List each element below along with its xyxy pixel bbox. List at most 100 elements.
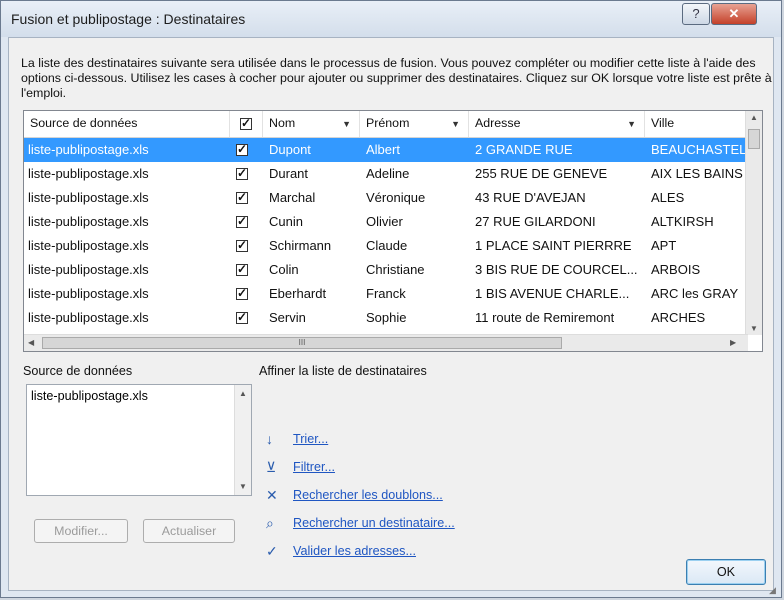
scroll-right-icon[interactable]: ▶	[730, 338, 736, 347]
cell-source: liste-publipostage.xls	[28, 142, 149, 157]
table-row[interactable]: liste-publipostage.xls Dupont Albert 2 GRAN…	[24, 138, 748, 162]
column-header-source[interactable]: Source de données	[24, 111, 230, 137]
scroll-thumb[interactable]	[748, 129, 760, 149]
cell-ville: ARBOIS	[651, 262, 701, 277]
cell-adresse: 1 BIS AVENUE CHARLE...	[475, 286, 630, 301]
include-checkbox[interactable]	[236, 142, 248, 156]
cell-ville: ARCHES	[651, 310, 706, 325]
cell-adresse: 255 RUE DE GENEVE	[475, 166, 608, 181]
ok-button[interactable]: OK	[686, 559, 766, 585]
cell-ville: ALTKIRSH	[651, 214, 714, 229]
list-scrollbar[interactable]: ▲ ▼	[234, 385, 251, 495]
refine-link[interactable]: Rechercher un destinataire...	[293, 516, 455, 530]
table-row[interactable]: liste-publipostage.xls Marchal Véronique 43…	[24, 186, 748, 210]
close-button[interactable]: ✕	[711, 3, 757, 25]
cell-ville: ARC les GRAY	[651, 286, 739, 301]
refine-link[interactable]: Valider les adresses...	[293, 544, 416, 558]
cell-prenom: Adeline	[366, 166, 410, 181]
cell-ville: BEAUCHASTEL	[651, 142, 747, 157]
cell-adresse: 2 GRANDE RUE	[475, 142, 573, 157]
cell-nom: Durant	[269, 166, 309, 181]
duplicates-icon: ✕	[266, 487, 278, 503]
scroll-up-icon[interactable]: ▲	[239, 389, 247, 398]
instructions-text: La liste des destinataires suivante sera…	[21, 56, 772, 100]
include-checkbox[interactable]	[236, 166, 248, 180]
list-item[interactable]: liste-publipostage.xls	[31, 389, 148, 403]
cell-source: liste-publipostage.xls	[28, 214, 149, 229]
include-checkbox[interactable]	[236, 190, 248, 204]
cell-nom: Cunin	[269, 214, 303, 229]
cell-nom: Servin	[269, 310, 306, 325]
cell-prenom: Franck	[366, 286, 406, 301]
cell-ville: AIX LES BAINS	[651, 166, 743, 181]
refine-link[interactable]: Trier...	[293, 432, 328, 446]
data-source-label: Source de données	[23, 364, 133, 378]
refine-link[interactable]: Filtrer...	[293, 460, 335, 474]
include-checkbox[interactable]	[236, 262, 248, 276]
filter-icon: ⊻	[266, 459, 277, 475]
scroll-down-icon[interactable]: ▼	[750, 324, 758, 333]
recipients-table[interactable]: Source de données Nom▼ Prénom▼ Adresse▼ …	[23, 110, 763, 352]
cell-source: liste-publipostage.xls	[28, 166, 149, 181]
find-recipient-icon: ⌕	[266, 515, 274, 531]
column-header-prenom[interactable]: Prénom ▼	[360, 111, 469, 137]
refine-link[interactable]: Rechercher les doublons...	[293, 488, 443, 502]
cell-source: liste-publipostage.xls	[28, 190, 149, 205]
cell-source: liste-publipostage.xls	[28, 310, 149, 325]
cell-nom: Dupont	[269, 142, 311, 157]
cell-ville: ALES	[651, 190, 685, 205]
select-all-checkbox[interactable]	[240, 116, 252, 130]
help-button[interactable]: ?	[682, 3, 710, 25]
table-row[interactable]: liste-publipostage.xls Eberhardt Franck 1 B…	[24, 282, 748, 306]
vertical-scrollbar[interactable]: ▲ ▼	[745, 111, 762, 335]
table-row[interactable]: liste-publipostage.xls Cunin Olivier 27 RUE…	[24, 210, 748, 234]
sort-az-icon: ↓	[266, 431, 273, 447]
cell-source: liste-publipostage.xls	[28, 286, 149, 301]
cell-adresse: 43 RUE D'AVEJAN	[475, 190, 586, 205]
cell-adresse: 3 BIS RUE DE COURCEL...	[475, 262, 638, 277]
column-header-ville[interactable]: Ville	[645, 111, 748, 137]
table-row[interactable]: liste-publipostage.xls Durant Adeline 255 R…	[24, 162, 748, 186]
sort-dropdown-icon[interactable]: ▼	[451, 119, 460, 129]
table-header: Source de données Nom▼ Prénom▼ Adresse▼ …	[24, 111, 748, 138]
cell-prenom: Albert	[366, 142, 400, 157]
modify-button[interactable]: Modifier...	[34, 519, 128, 543]
refresh-button[interactable]: Actualiser	[143, 519, 235, 543]
table-row[interactable]: liste-publipostage.xls Servin Sophie 11 rou…	[24, 306, 748, 330]
table-row[interactable]: liste-publipostage.xls Colin Christiane 3 B…	[24, 258, 748, 282]
scroll-left-icon[interactable]: ◀	[28, 338, 34, 347]
cell-source: liste-publipostage.xls	[28, 238, 149, 253]
table-row[interactable]: liste-publipostage.xls Schirmann Claude 1 P…	[24, 234, 748, 258]
resize-grip-icon[interactable]: ◢	[769, 585, 779, 595]
cell-ville: APT	[651, 238, 677, 253]
cell-nom: Marchal	[269, 190, 316, 205]
scroll-thumb[interactable]: III	[42, 337, 562, 349]
include-checkbox[interactable]	[236, 214, 248, 228]
cell-source: liste-publipostage.xls	[28, 262, 149, 277]
include-checkbox[interactable]	[236, 238, 248, 252]
data-source-list[interactable]: liste-publipostage.xls ▲ ▼	[26, 384, 252, 496]
mail-merge-recipients-dialog: Fusion et publipostage : Destinataires ?…	[0, 0, 782, 598]
cell-prenom: Sophie	[366, 310, 407, 325]
column-header-adresse[interactable]: Adresse ▼	[469, 111, 645, 137]
cell-adresse: 11 route de Remiremont	[475, 310, 615, 325]
cell-nom: Eberhardt	[269, 286, 327, 301]
horizontal-scrollbar[interactable]: ◀ III ▶	[24, 334, 748, 351]
validate-address-icon: ✓	[266, 543, 278, 559]
include-checkbox[interactable]	[236, 310, 248, 324]
cell-nom: Colin	[269, 262, 299, 277]
refine-list-label: Affiner la liste de destinataires	[259, 364, 427, 378]
cell-prenom: Véronique	[366, 190, 426, 205]
scroll-up-icon[interactable]: ▲	[750, 113, 758, 122]
column-header-select-all[interactable]	[230, 111, 263, 137]
cell-prenom: Olivier	[366, 214, 403, 229]
scroll-down-icon[interactable]: ▼	[239, 482, 247, 491]
cell-adresse: 27 RUE GILARDONI	[475, 214, 596, 229]
column-header-nom[interactable]: Nom ▼	[263, 111, 360, 137]
cell-adresse: 1 PLACE SAINT PIERRRE	[475, 238, 632, 253]
dialog-body: La liste des destinataires suivante sera…	[8, 37, 774, 591]
include-checkbox[interactable]	[236, 286, 248, 300]
sort-dropdown-icon[interactable]: ▼	[342, 119, 351, 129]
sort-dropdown-icon[interactable]: ▼	[627, 119, 636, 129]
title-bar: Fusion et publipostage : Destinataires ?…	[1, 1, 781, 37]
